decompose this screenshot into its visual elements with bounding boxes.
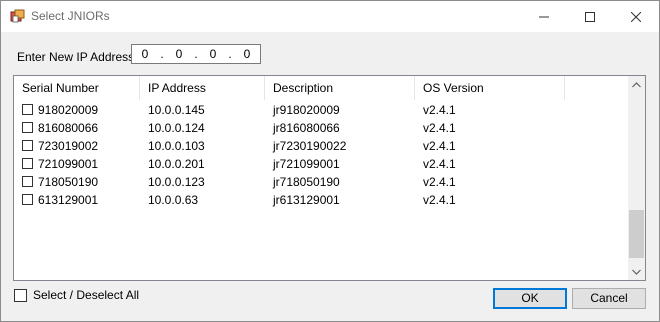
ip-address-field[interactable]: 0 . 0 . 0 . 0: [131, 44, 261, 64]
row-checkbox[interactable]: [22, 122, 33, 133]
close-icon: [631, 11, 641, 22]
ip-cell: 10.0.0.103: [148, 139, 205, 153]
serial-cell: 918020009: [38, 103, 99, 117]
os-cell: v2.4.1: [423, 103, 456, 117]
select-all-checkbox[interactable]: [14, 289, 27, 302]
ip-address-label: Enter New IP Address: [17, 50, 135, 64]
table-row[interactable]: 613129001 10.0.0.63 jr613129001 v2.4.1: [14, 191, 628, 209]
ip-cell: 10.0.0.145: [148, 103, 205, 117]
os-cell: v2.4.1: [423, 175, 456, 189]
app-icon: [10, 9, 25, 24]
ip-octet-3[interactable]: 0: [206, 47, 220, 61]
description-cell: jr816080066: [273, 121, 340, 135]
scroll-up-button[interactable]: [628, 76, 645, 93]
serial-cell: 723019002: [38, 139, 99, 153]
row-checkbox[interactable]: [22, 158, 33, 169]
table-row[interactable]: 816080066 10.0.0.124 jr816080066 v2.4.1: [14, 119, 628, 137]
ip-octet-1[interactable]: 0: [138, 47, 152, 61]
ip-cell: 10.0.0.124: [148, 121, 205, 135]
scrollbar-thumb[interactable]: [629, 210, 644, 258]
scroll-down-button[interactable]: [628, 263, 645, 280]
description-cell: jr613129001: [273, 193, 340, 207]
table-row[interactable]: 723019002 10.0.0.103 jr7230190022 v2.4.1: [14, 137, 628, 155]
close-button[interactable]: [613, 1, 659, 32]
serial-cell: 613129001: [38, 193, 99, 207]
column-header-description[interactable]: Description: [265, 76, 415, 100]
description-cell: jr721099001: [273, 157, 340, 171]
table-row[interactable]: 718050190 10.0.0.123 jr718050190 v2.4.1: [14, 173, 628, 191]
maximize-icon: [585, 11, 595, 22]
scroll-down-icon: [632, 269, 641, 275]
os-cell: v2.4.1: [423, 193, 456, 207]
ip-separator: .: [228, 47, 232, 61]
minimize-button[interactable]: [521, 1, 567, 32]
column-header-serial[interactable]: Serial Number: [14, 76, 140, 100]
os-cell: v2.4.1: [423, 139, 456, 153]
maximize-button[interactable]: [567, 1, 613, 32]
ip-cell: 10.0.0.123: [148, 175, 205, 189]
cancel-button[interactable]: Cancel: [572, 288, 646, 309]
ip-cell: 10.0.0.63: [148, 193, 199, 207]
description-cell: jr7230190022: [273, 139, 347, 153]
row-checkbox[interactable]: [22, 104, 33, 115]
list-header: Serial Number IP Address Description OS …: [14, 76, 628, 100]
ip-separator: .: [194, 47, 198, 61]
table-row[interactable]: 918020009 10.0.0.145 jr918020009 v2.4.1: [14, 101, 628, 119]
serial-cell: 721099001: [38, 157, 99, 171]
column-header-os[interactable]: OS Version: [415, 76, 565, 100]
title-bar: Select JNIORs: [1, 1, 659, 32]
ip-octet-4[interactable]: 0: [240, 47, 254, 61]
serial-cell: 718050190: [38, 175, 99, 189]
os-cell: v2.4.1: [423, 121, 456, 135]
ip-cell: 10.0.0.201: [148, 157, 205, 171]
vertical-scrollbar[interactable]: [628, 76, 645, 280]
table-row[interactable]: 721099001 10.0.0.201 jr721099001 v2.4.1: [14, 155, 628, 173]
scroll-up-icon: [632, 81, 641, 87]
jnior-list[interactable]: Serial Number IP Address Description OS …: [13, 75, 646, 281]
select-all-label[interactable]: Select / Deselect All: [33, 288, 139, 302]
window-title: Select JNIORs: [31, 9, 110, 23]
os-cell: v2.4.1: [423, 157, 456, 171]
description-cell: jr718050190: [273, 175, 340, 189]
row-checkbox[interactable]: [22, 194, 33, 205]
column-header-ip[interactable]: IP Address: [140, 76, 265, 100]
serial-cell: 816080066: [38, 121, 99, 135]
row-checkbox[interactable]: [22, 176, 33, 187]
ip-octet-2[interactable]: 0: [172, 47, 186, 61]
ip-separator: .: [160, 47, 164, 61]
row-checkbox[interactable]: [22, 140, 33, 151]
minimize-icon: [539, 16, 549, 17]
dialog-window: Select JNIORs Enter New IP Address 0 . 0…: [0, 0, 660, 322]
ok-button[interactable]: OK: [493, 288, 567, 309]
description-cell: jr918020009: [273, 103, 340, 117]
